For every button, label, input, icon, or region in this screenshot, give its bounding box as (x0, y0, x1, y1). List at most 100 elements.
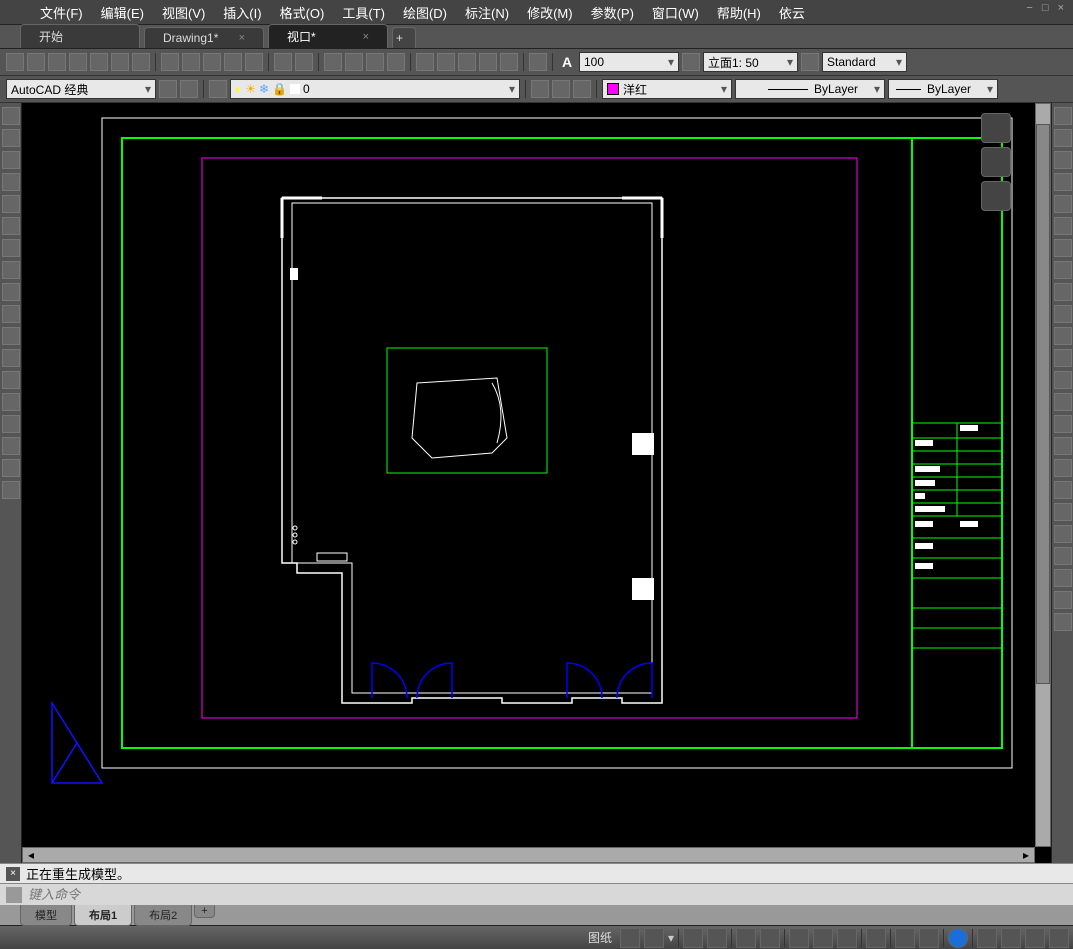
pan-nav-icon[interactable] (981, 147, 1011, 177)
line-icon[interactable] (2, 107, 20, 125)
menu-tools[interactable]: 工具(T) (342, 3, 385, 22)
annomonitor-icon[interactable] (866, 928, 886, 948)
scale-dropdown[interactable]: 100 (579, 52, 679, 72)
stretch-icon[interactable] (1054, 283, 1072, 301)
help-icon[interactable] (529, 53, 547, 71)
array-icon[interactable] (1054, 195, 1072, 213)
layer-iso-icon[interactable] (552, 80, 570, 98)
annoscale-add-icon[interactable] (682, 53, 700, 71)
zoom-window-icon[interactable] (366, 53, 384, 71)
tab-add-layout[interactable]: + (194, 905, 214, 918)
menu-insert[interactable]: 插入(I) (223, 3, 261, 22)
dim-arc-icon[interactable] (1054, 547, 1072, 565)
ellipse-arc-icon[interactable] (2, 283, 20, 301)
close-icon[interactable]: × (239, 32, 245, 44)
layer-dropdown[interactable]: ◐☀❄🔒0 (230, 79, 520, 99)
layer-manager-icon[interactable] (209, 80, 227, 98)
menu-format[interactable]: 格式(O) (280, 3, 325, 22)
new-icon[interactable] (6, 53, 24, 71)
menu-draw[interactable]: 绘图(D) (403, 3, 447, 22)
table-icon[interactable] (2, 437, 20, 455)
offset-icon[interactable] (1054, 173, 1072, 191)
lineweight-dropdown[interactable]: ByLayer (888, 79, 998, 99)
close-msg-icon[interactable]: × (6, 867, 20, 881)
calc-icon[interactable] (500, 53, 518, 71)
menu-dimension[interactable]: 标注(N) (465, 3, 509, 22)
saveas-icon[interactable] (69, 53, 87, 71)
make-block-icon[interactable] (2, 327, 20, 345)
toolpalette-icon[interactable] (458, 53, 476, 71)
vertical-scrollbar[interactable] (1035, 103, 1051, 847)
rectangle-icon[interactable] (2, 195, 20, 213)
gradient-icon[interactable] (2, 393, 20, 411)
leader-icon[interactable] (1054, 591, 1072, 609)
menu-file[interactable]: 文件(F) (40, 3, 83, 22)
paste-icon[interactable] (203, 53, 221, 71)
command-input[interactable] (28, 887, 1067, 902)
preview-icon[interactable] (111, 53, 129, 71)
copy-icon[interactable] (182, 53, 200, 71)
layer-prev-icon[interactable] (573, 80, 591, 98)
snap-icon[interactable] (644, 928, 664, 948)
gear-icon[interactable] (159, 80, 177, 98)
otrack-icon[interactable] (760, 928, 780, 948)
tab-viewport[interactable]: 视口*× (268, 24, 388, 48)
insert-block-icon[interactable] (2, 305, 20, 323)
color-dropdown[interactable]: 洋红 (602, 79, 732, 99)
save-icon[interactable] (48, 53, 66, 71)
textstyle-icon[interactable] (801, 53, 819, 71)
cycle-icon[interactable] (837, 928, 857, 948)
elevation-dropdown[interactable]: 立面1: 50 (703, 52, 798, 72)
circle-icon[interactable] (2, 151, 20, 169)
ellipse-icon[interactable] (2, 261, 20, 279)
tab-layout1[interactable]: 布局1 (74, 905, 132, 926)
lwt-icon[interactable] (789, 928, 809, 948)
polyline-icon[interactable] (2, 129, 20, 147)
dim-angle-icon[interactable] (1054, 525, 1072, 543)
hatch-icon[interactable] (2, 371, 20, 389)
menu-edit[interactable]: 编辑(E) (101, 3, 144, 22)
sheetset-icon[interactable] (437, 53, 455, 71)
menu-window[interactable]: 窗口(W) (652, 3, 699, 22)
dim-ordinate-icon[interactable] (1054, 569, 1072, 587)
block-icon[interactable] (245, 53, 263, 71)
open-icon[interactable] (27, 53, 45, 71)
osnap-icon[interactable] (736, 928, 756, 948)
cut-icon[interactable] (161, 53, 179, 71)
mtext-icon[interactable] (2, 459, 20, 477)
pan-icon[interactable] (324, 53, 342, 71)
dim-radius-icon[interactable] (1054, 503, 1072, 521)
command-line[interactable] (0, 883, 1073, 905)
clean-screen-icon[interactable] (1025, 928, 1045, 948)
chamfer-icon[interactable] (1054, 393, 1072, 411)
addselected-icon[interactable] (2, 481, 20, 499)
tab-model[interactable]: 模型 (20, 905, 72, 926)
scale-icon[interactable] (1054, 261, 1072, 279)
designcenter-icon[interactable] (479, 53, 497, 71)
horizontal-scrollbar[interactable]: ◂▸ (22, 847, 1035, 863)
tab-start[interactable]: 开始 (20, 24, 140, 48)
textstyle-dropdown[interactable]: Standard (822, 52, 907, 72)
break-icon[interactable] (1054, 349, 1072, 367)
erase-icon[interactable] (1054, 107, 1072, 125)
customize-icon[interactable] (1049, 928, 1069, 948)
tab-add[interactable]: + (392, 27, 416, 48)
workspace-switch-icon[interactable] (948, 928, 968, 948)
zoom-icon[interactable] (345, 53, 363, 71)
workspace-settings-icon[interactable] (180, 80, 198, 98)
fillet-icon[interactable] (1054, 415, 1072, 433)
ortho-icon[interactable] (683, 928, 703, 948)
annoscale-icon[interactable]: A (558, 54, 576, 70)
undo-icon[interactable] (274, 53, 292, 71)
linetype-dropdown[interactable]: ByLayer (735, 79, 885, 99)
viewcube-icon[interactable] (981, 113, 1011, 143)
copy-obj-icon[interactable] (1054, 129, 1072, 147)
explode-icon[interactable] (1054, 437, 1072, 455)
zoom-prev-icon[interactable] (387, 53, 405, 71)
region-icon[interactable] (2, 415, 20, 433)
menu-yiyun[interactable]: 依云 (779, 3, 805, 22)
tolerance-icon[interactable] (1054, 613, 1072, 631)
print-icon[interactable] (90, 53, 108, 71)
menu-parametric[interactable]: 参数(P) (591, 3, 634, 22)
dim-linear-icon[interactable] (1054, 459, 1072, 477)
